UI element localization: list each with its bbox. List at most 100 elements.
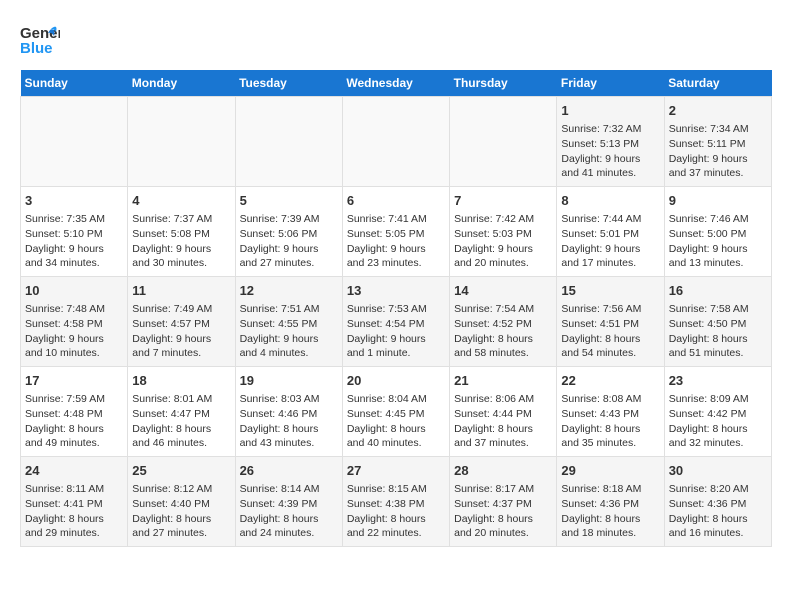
calendar-cell: 4Sunrise: 7:37 AMSunset: 5:08 PMDaylight… [128, 187, 235, 277]
sunrise-text: Sunrise: 7:49 AM [132, 302, 230, 317]
day-number: 5 [240, 192, 338, 210]
calendar-cell: 5 Sunrise: 7:39 AMSunset: 5:06 PMDaylight… [235, 187, 342, 277]
day-number: 17 [25, 372, 123, 390]
daylight-text: Daylight: 8 hours and 37 minutes. [454, 422, 552, 451]
page-header: General Blue [20, 20, 772, 60]
sunrise-text: Sunrise: 8:17 AM [454, 482, 552, 497]
sunset-text: Sunset: 4:37 PM [454, 497, 552, 512]
calendar-cell: 23Sunrise: 8:09 AMSunset: 4:42 PMDayligh… [664, 367, 771, 457]
sunrise-text: Sunrise: 7:42 AM [454, 212, 552, 227]
calendar-cell [128, 97, 235, 187]
daylight-text: Daylight: 9 hours and 27 minutes. [240, 242, 338, 271]
calendar-cell [235, 97, 342, 187]
sunset-text: Sunset: 5:11 PM [669, 137, 767, 152]
sunrise-text: Sunrise: 7:37 AM [132, 212, 230, 227]
daylight-text: Daylight: 9 hours and 4 minutes. [240, 332, 338, 361]
sunrise-text: Sunrise: 7:32 AM [561, 122, 659, 137]
daylight-text: Daylight: 8 hours and 51 minutes. [669, 332, 767, 361]
sunset-text: Sunset: 4:36 PM [561, 497, 659, 512]
day-number: 14 [454, 282, 552, 300]
calendar-cell: 19Sunrise: 8:03 AMSunset: 4:46 PMDayligh… [235, 367, 342, 457]
day-number: 25 [132, 462, 230, 480]
sunrise-text: Sunrise: 8:15 AM [347, 482, 445, 497]
day-number: 1 [561, 102, 659, 120]
sunset-text: Sunset: 4:57 PM [132, 317, 230, 332]
calendar-cell: 11Sunrise: 7:49 AMSunset: 4:57 PMDayligh… [128, 277, 235, 367]
sunset-text: Sunset: 4:52 PM [454, 317, 552, 332]
sunrise-text: Sunrise: 7:59 AM [25, 392, 123, 407]
calendar-cell: 29Sunrise: 8:18 AMSunset: 4:36 PMDayligh… [557, 457, 664, 547]
daylight-text: Daylight: 8 hours and 20 minutes. [454, 512, 552, 541]
calendar-cell: 20Sunrise: 8:04 AMSunset: 4:45 PMDayligh… [342, 367, 449, 457]
daylight-text: Daylight: 9 hours and 17 minutes. [561, 242, 659, 271]
sunrise-text: Sunrise: 7:46 AM [669, 212, 767, 227]
logo-icon: General Blue [20, 20, 60, 60]
sunset-text: Sunset: 5:03 PM [454, 227, 552, 242]
daylight-text: Daylight: 9 hours and 10 minutes. [25, 332, 123, 361]
day-number: 8 [561, 192, 659, 210]
sunset-text: Sunset: 4:48 PM [25, 407, 123, 422]
header-day-thursday: Thursday [450, 70, 557, 97]
sunset-text: Sunset: 4:46 PM [240, 407, 338, 422]
sunset-text: Sunset: 4:44 PM [454, 407, 552, 422]
day-number: 21 [454, 372, 552, 390]
sunrise-text: Sunrise: 7:48 AM [25, 302, 123, 317]
sunset-text: Sunset: 4:45 PM [347, 407, 445, 422]
week-row-4: 17Sunrise: 7:59 AMSunset: 4:48 PMDayligh… [21, 367, 772, 457]
calendar-cell: 28 Sunrise: 8:17 AMSunset: 4:37 PMDayligh… [450, 457, 557, 547]
daylight-text: Daylight: 8 hours and 49 minutes. [25, 422, 123, 451]
calendar-cell: 13Sunrise: 7:53 AMSunset: 4:54 PMDayligh… [342, 277, 449, 367]
sunrise-text: Sunrise: 7:51 AM [240, 302, 338, 317]
day-number: 15 [561, 282, 659, 300]
day-number: 26 [240, 462, 338, 480]
sunrise-text: Sunrise: 8:01 AM [132, 392, 230, 407]
header-row: SundayMondayTuesdayWednesdayThursdayFrid… [21, 70, 772, 97]
sunset-text: Sunset: 5:06 PM [240, 227, 338, 242]
sunset-text: Sunset: 5:08 PM [132, 227, 230, 242]
sunset-text: Sunset: 4:36 PM [669, 497, 767, 512]
daylight-text: Daylight: 8 hours and 54 minutes. [561, 332, 659, 361]
daylight-text: Daylight: 8 hours and 29 minutes. [25, 512, 123, 541]
calendar-cell: 12Sunrise: 7:51 AMSunset: 4:55 PMDayligh… [235, 277, 342, 367]
sunset-text: Sunset: 4:40 PM [132, 497, 230, 512]
daylight-text: Daylight: 8 hours and 16 minutes. [669, 512, 767, 541]
daylight-text: Daylight: 8 hours and 27 minutes. [132, 512, 230, 541]
day-number: 3 [25, 192, 123, 210]
day-number: 28 [454, 462, 552, 480]
calendar-cell: 2Sunrise: 7:34 AMSunset: 5:11 PMDaylight… [664, 97, 771, 187]
sunrise-text: Sunrise: 7:39 AM [240, 212, 338, 227]
calendar-table: SundayMondayTuesdayWednesdayThursdayFrid… [20, 70, 772, 547]
daylight-text: Daylight: 8 hours and 46 minutes. [132, 422, 230, 451]
daylight-text: Daylight: 8 hours and 18 minutes. [561, 512, 659, 541]
sunset-text: Sunset: 4:41 PM [25, 497, 123, 512]
sunset-text: Sunset: 5:00 PM [669, 227, 767, 242]
daylight-text: Daylight: 8 hours and 58 minutes. [454, 332, 552, 361]
day-number: 20 [347, 372, 445, 390]
sunrise-text: Sunrise: 8:06 AM [454, 392, 552, 407]
sunrise-text: Sunrise: 8:20 AM [669, 482, 767, 497]
daylight-text: Daylight: 8 hours and 24 minutes. [240, 512, 338, 541]
sunset-text: Sunset: 4:51 PM [561, 317, 659, 332]
week-row-5: 24Sunrise: 8:11 AMSunset: 4:41 PMDayligh… [21, 457, 772, 547]
header-day-wednesday: Wednesday [342, 70, 449, 97]
sunset-text: Sunset: 4:55 PM [240, 317, 338, 332]
daylight-text: Daylight: 9 hours and 20 minutes. [454, 242, 552, 271]
sunrise-text: Sunrise: 7:41 AM [347, 212, 445, 227]
day-number: 18 [132, 372, 230, 390]
header-day-friday: Friday [557, 70, 664, 97]
sunset-text: Sunset: 4:47 PM [132, 407, 230, 422]
sunset-text: Sunset: 4:39 PM [240, 497, 338, 512]
day-number: 27 [347, 462, 445, 480]
daylight-text: Daylight: 8 hours and 40 minutes. [347, 422, 445, 451]
logo: General Blue [20, 20, 60, 60]
header-day-saturday: Saturday [664, 70, 771, 97]
daylight-text: Daylight: 9 hours and 34 minutes. [25, 242, 123, 271]
sunset-text: Sunset: 4:43 PM [561, 407, 659, 422]
sunrise-text: Sunrise: 7:44 AM [561, 212, 659, 227]
week-row-1: 1Sunrise: 7:32 AMSunset: 5:13 PMDaylight… [21, 97, 772, 187]
sunset-text: Sunset: 5:01 PM [561, 227, 659, 242]
daylight-text: Daylight: 8 hours and 43 minutes. [240, 422, 338, 451]
header-day-monday: Monday [128, 70, 235, 97]
day-number: 13 [347, 282, 445, 300]
day-number: 24 [25, 462, 123, 480]
